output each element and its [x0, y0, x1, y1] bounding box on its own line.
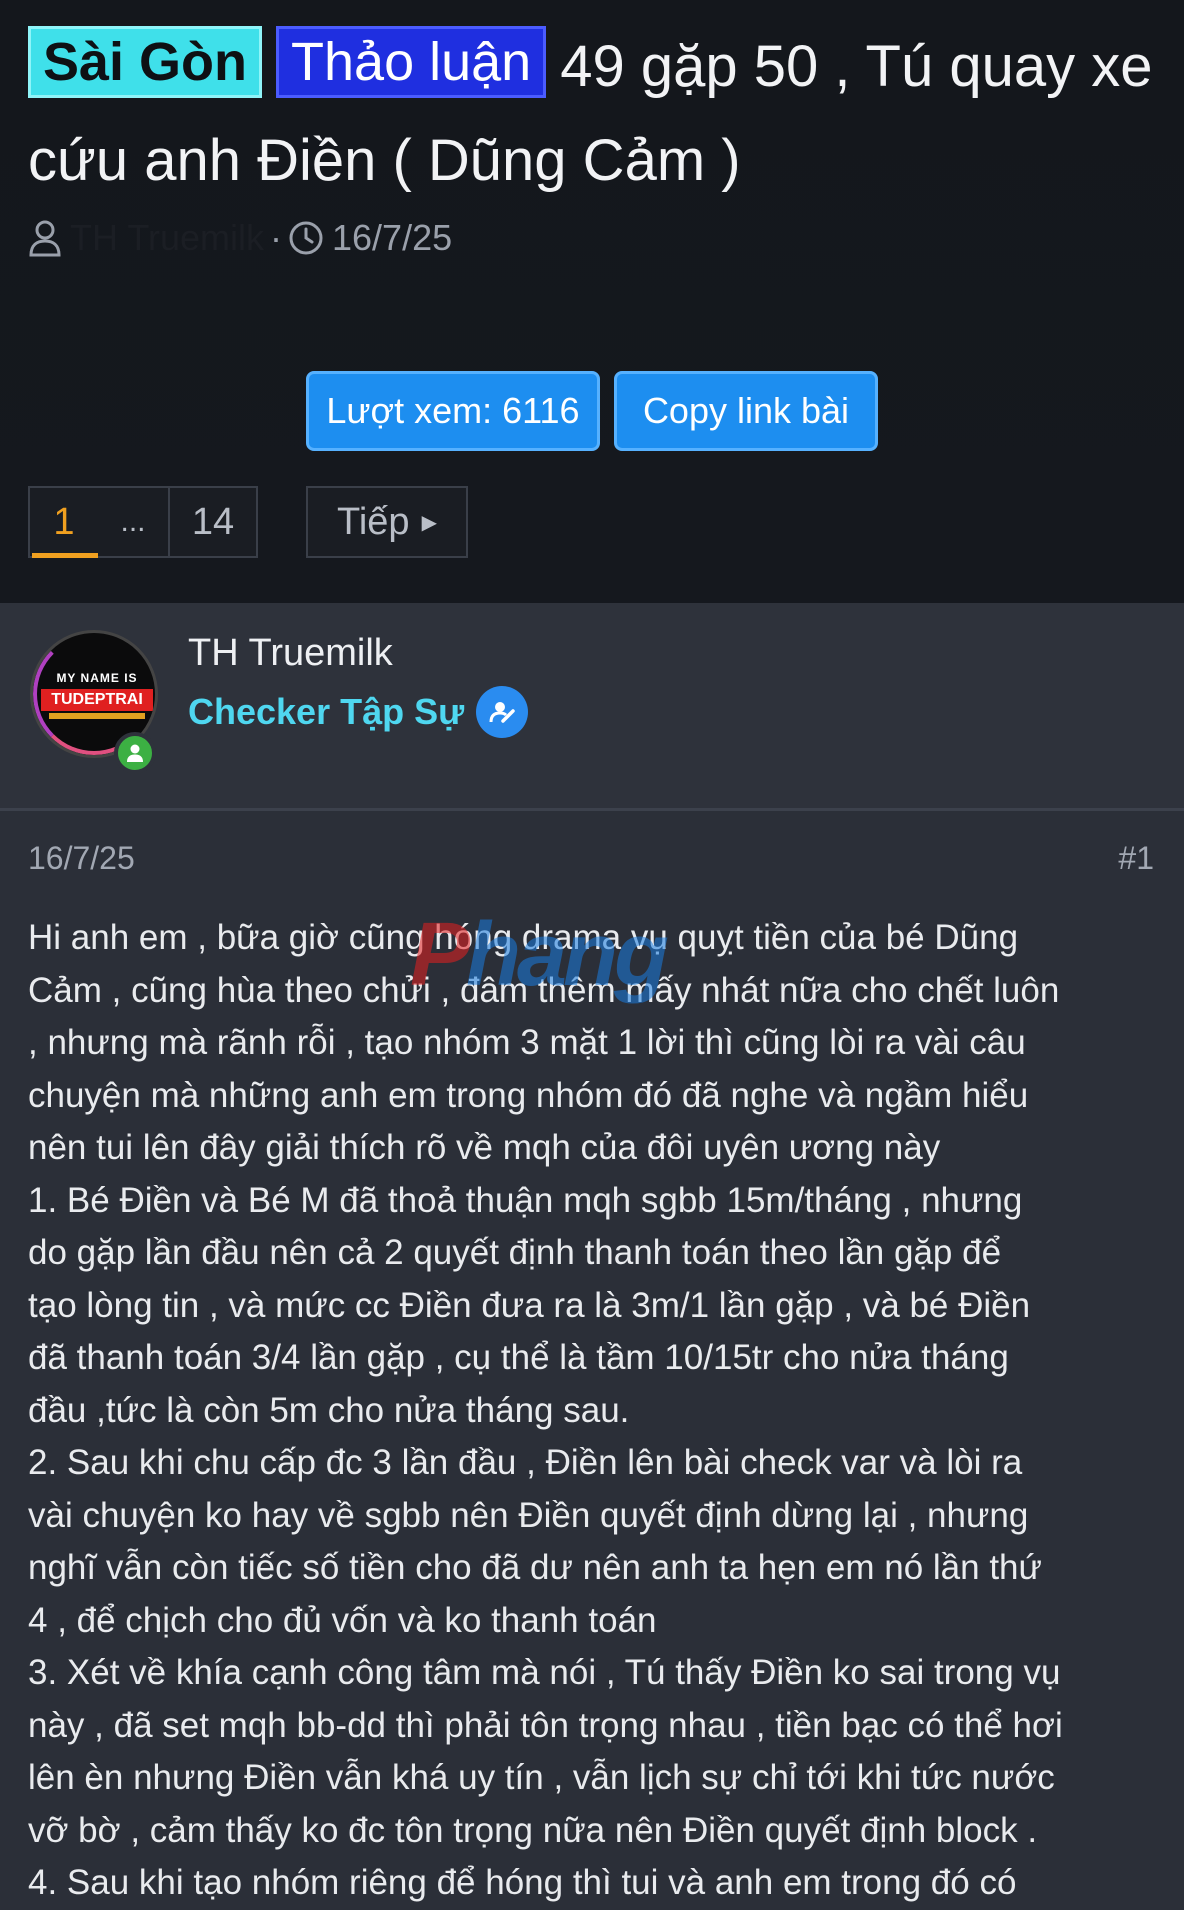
- avatar-stripe: [49, 713, 145, 719]
- post-author-name[interactable]: TH Truemilk: [188, 632, 393, 675]
- page-1-link[interactable]: 1: [28, 486, 98, 558]
- post-content: Hi anh em , bữa giờ cũng hóng drama vụ q…: [28, 912, 1168, 1910]
- post-line: 1. Bé Điền và Bé M đã thoả thuận mqh sgb…: [28, 1180, 1023, 1220]
- post-line: vài chuyện ko hay về sgbb nên Điền quyết…: [28, 1495, 1029, 1535]
- post-line: 3. Xét về khía cạnh công tâm mà nói , Tú…: [28, 1653, 1061, 1692]
- prefix-location-tag[interactable]: Sài Gòn: [28, 26, 263, 98]
- post-line: đã thanh toán 3/4 lần gặp , cụ thể là tầ…: [28, 1338, 1009, 1377]
- user-icon: [29, 220, 61, 257]
- next-page-label: Tiếp: [337, 500, 410, 543]
- clock-icon: [289, 221, 323, 255]
- post-line: chuyện mà những anh em trong nhóm đó đã …: [28, 1075, 1029, 1115]
- post-line: 4. Sau khi tạo nhóm riêng để hóng thì tu…: [28, 1863, 1017, 1902]
- user-status-icon: [127, 744, 143, 762]
- post-line: đầu ,tức là còn 5m cho nửa tháng sau.: [28, 1390, 630, 1430]
- meta-separator: ·: [270, 217, 283, 258]
- post-line: , nhưng mà rãnh rỗi , tạo nhóm 3 mặt 1 l…: [28, 1023, 1026, 1062]
- post-line: tạo lòng tin , và mức cc Điền đưa ra là …: [28, 1285, 1031, 1325]
- copy-link-button[interactable]: Copy link bài: [614, 371, 878, 451]
- pagination: 1 ... 14 Tiếp ▶: [28, 486, 468, 558]
- online-status-icon: [114, 732, 156, 774]
- post-line: nên tui lên đây giải thích rõ về mqh của…: [28, 1128, 941, 1167]
- verified-checker-icon: [476, 686, 529, 738]
- post-line: nghĩ vẫn còn tiếc số tiền cho đã dư nên …: [28, 1548, 1042, 1587]
- next-page-button[interactable]: Tiếp ▶: [306, 486, 468, 558]
- post-line: do gặp lần đầu nên cả 2 quyết định thanh…: [28, 1233, 1002, 1272]
- caret-right-icon: ▶: [421, 511, 437, 534]
- post-author-card: [0, 603, 1184, 811]
- watermark-text: hang: [466, 905, 669, 1005]
- post-line: vỡ bờ , cảm thấy ko đc tôn trọng nữa nên…: [28, 1810, 1038, 1850]
- user-title-text: Checker Tập Sự: [188, 691, 465, 732]
- post-line: 2. Sau khi chu cấp đc 3 lần đầu , Điền l…: [28, 1443, 1023, 1482]
- post-number[interactable]: #1: [1118, 840, 1154, 877]
- user-title: Checker Tập Sự: [188, 686, 529, 738]
- post-date[interactable]: 16/7/25: [28, 840, 135, 877]
- watermark-logo: Phang: [410, 905, 669, 1005]
- post-line: lên èn nhưng Điền vẫn khá uy tín , vẫn l…: [28, 1758, 1055, 1797]
- thread-title: Sài Gòn Thảo luận 49 gặp 50 , Tú quay xe c…: [28, 20, 1158, 208]
- avatar-text-top: MY NAME IS: [56, 671, 138, 685]
- thread-meta: TH Truemilk · 16/7/25: [28, 216, 452, 260]
- avatar-text-main: TUDEPTRAI: [41, 689, 153, 711]
- prefix-category-tag[interactable]: Thảo luận: [276, 26, 547, 98]
- views-button[interactable]: Lượt xem: 6116: [306, 371, 600, 451]
- thread-header: Sài Gòn Thảo luận 49 gặp 50 , Tú quay xe c…: [0, 0, 1184, 603]
- page-last-link[interactable]: 14: [168, 486, 258, 558]
- post-line: này , đã set mqh bb-dd thì phải tôn trọn…: [28, 1705, 1063, 1745]
- thread-date[interactable]: 16/7/25: [332, 217, 452, 259]
- page-ellipsis-button[interactable]: ...: [98, 486, 168, 558]
- post-line: 4 , để chịch cho đủ vốn và ko thanh toán: [28, 1600, 657, 1640]
- thread-author-link[interactable]: TH Truemilk: [70, 217, 264, 259]
